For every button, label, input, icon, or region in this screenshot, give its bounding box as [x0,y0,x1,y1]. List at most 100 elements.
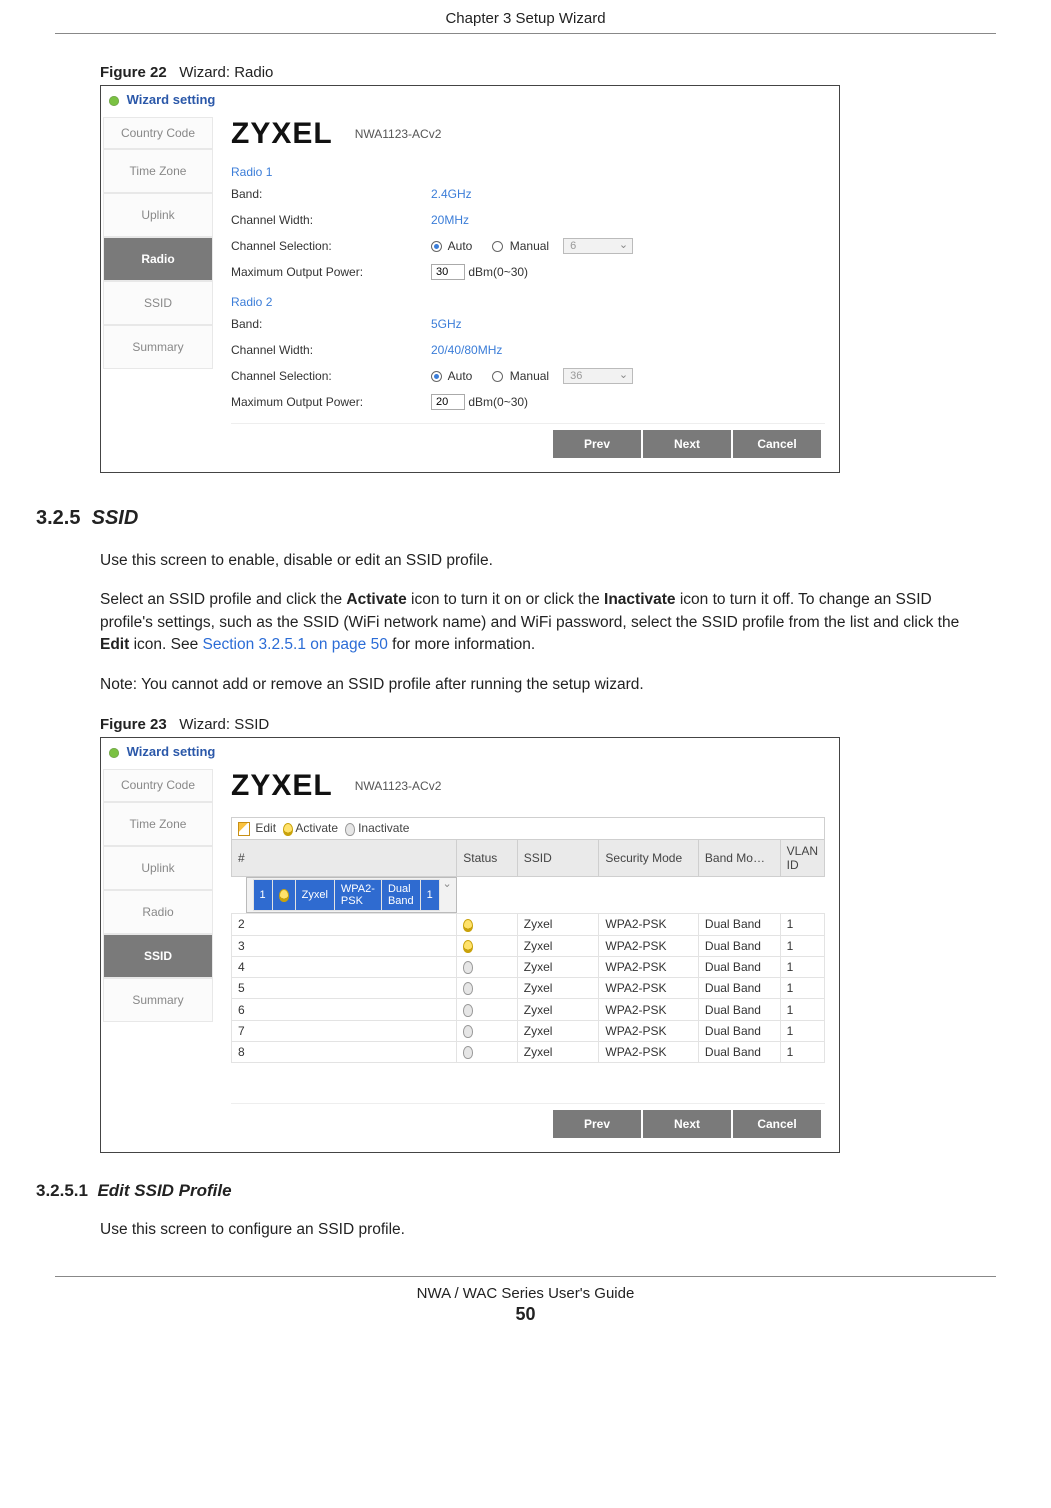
cancel-button[interactable]: Cancel [733,430,821,458]
cell-status [457,1042,517,1063]
cell-ssid: Zyxel [517,1020,599,1041]
wizard-main: ZYXEL NWA1123-ACv2 Radio 1 Band:2.4GHz C… [213,111,837,470]
cell-ssid: Zyxel [517,914,599,935]
step-summary[interactable]: Summary [103,978,213,1022]
cell-ssid: Zyxel [517,1042,599,1063]
col-band[interactable]: Band Mo… [698,840,780,877]
next-button[interactable]: Next [643,1110,731,1138]
r1-cs-lbl: Channel Selection: [231,239,431,253]
cell-status [272,880,295,911]
step-radio[interactable]: Radio [103,237,213,281]
p2-text: icon. See [129,636,202,653]
p2-text: for more information. [388,636,535,653]
r2-auto-radio[interactable]: Auto [431,369,472,383]
r2-manual-radio[interactable]: Manual [492,369,549,383]
cell-band: Dual Band [698,935,780,956]
cell-sec: WPA2-PSK [599,1020,699,1041]
bulb-off-icon [345,823,355,836]
col-ssid[interactable]: SSID [517,840,599,877]
cell-vlan: 1 [780,1020,824,1041]
cell-sec: WPA2-PSK [599,914,699,935]
next-button[interactable]: Next [643,430,731,458]
table-row[interactable]: 5ZyxelWPA2-PSKDual Band1 [232,978,825,999]
r1-auto-radio[interactable]: Auto [431,239,472,253]
r1-auto-label: Auto [448,239,473,253]
r2-channel-select[interactable]: 36 [563,368,633,384]
radio-icon [492,371,503,382]
r2-band-val: 5GHz [431,317,462,331]
r2-band-lbl: Band: [231,317,431,331]
cell-ssid: Zyxel [517,956,599,977]
wizard-title: Wizard setting [103,740,837,763]
col-status[interactable]: Status [457,840,517,877]
prev-button[interactable]: Prev [553,430,641,458]
wizard-title-text: Wizard setting [127,92,216,107]
section-325-title: SSID [92,507,139,529]
model-label: NWA1123-ACv2 [355,127,442,141]
bulb-off-icon [463,1004,473,1017]
brand-logo: ZYXEL [231,769,333,803]
footer-page: 50 [55,1304,996,1325]
prev-button[interactable]: Prev [553,1110,641,1138]
step-country[interactable]: Country Code [103,769,213,801]
bulb-on-icon [283,823,293,836]
activate-bold: Activate [346,591,406,608]
sec325-note: Note: You cannot add or remove an SSID p… [100,674,991,696]
page-footer: NWA / WAC Series User's Guide 50 [55,1276,996,1325]
cell-status [457,978,517,999]
cell-num: 7 [232,1020,457,1041]
cell-num: 3 [232,935,457,956]
bulb-on-icon [463,940,473,953]
col-sec[interactable]: Security Mode [599,840,699,877]
r1-band-lbl: Band: [231,187,431,201]
cell-status [457,1020,517,1041]
step-radio[interactable]: Radio [103,890,213,934]
section-325-num: 3.2.5 [36,507,80,529]
r1-manual-radio[interactable]: Manual [492,239,549,253]
table-row[interactable]: 4ZyxelWPA2-PSKDual Band1 [232,956,825,977]
cell-vlan: 1 [420,880,439,911]
radio-icon [431,371,442,382]
step-ssid[interactable]: SSID [103,934,213,978]
cell-band: Dual Band [698,978,780,999]
col-num[interactable]: # [232,840,457,877]
col-vlan[interactable]: VLAN ID [780,840,824,877]
step-summary[interactable]: Summary [103,325,213,369]
table-row[interactable]: 2ZyxelWPA2-PSKDual Band1 [232,914,825,935]
section-3251-heading: 3.2.5.1 Edit SSID Profile [36,1181,991,1201]
inactivate-tool[interactable]: Inactivate [345,821,410,835]
r2-auto-label: Auto [448,369,473,383]
figure22-caption: Figure 22 Wizard: Radio [100,64,991,81]
r1-channel-select[interactable]: 6 [563,238,633,254]
step-ssid[interactable]: SSID [103,281,213,325]
ssid-table: # Status SSID Security Mode Band Mo… VLA… [231,839,825,1063]
r2-power-input[interactable] [431,394,465,410]
cell-vlan: 1 [780,978,824,999]
section-3251-title: Edit SSID Profile [97,1181,231,1200]
cell-num: 6 [232,999,457,1020]
cell-band: Dual Band [698,1042,780,1063]
cell-band: Dual Band [698,914,780,935]
edit-tool[interactable]: Edit [238,821,276,835]
step-timezone[interactable]: Time Zone [103,802,213,846]
inactivate-bold: Inactivate [604,591,676,608]
table-row[interactable]: 7ZyxelWPA2-PSKDual Band1 [232,1020,825,1041]
cell-sec: WPA2-PSK [334,880,381,911]
table-row[interactable]: 1ZyxelWPA2-PSKDual Band1 [246,877,457,913]
bulb-off-icon [463,982,473,995]
step-country[interactable]: Country Code [103,117,213,149]
step-timezone[interactable]: Time Zone [103,149,213,193]
r2-pwr-unit: dBm(0~30) [468,395,528,409]
r1-band-val: 2.4GHz [431,187,472,201]
table-row[interactable]: 6ZyxelWPA2-PSKDual Band1 [232,999,825,1020]
bulb-on-icon [279,889,289,902]
step-uplink[interactable]: Uplink [103,846,213,890]
cell-vlan: 1 [780,1042,824,1063]
step-uplink[interactable]: Uplink [103,193,213,237]
section-link[interactable]: Section 3.2.5.1 on page 50 [203,636,388,653]
r1-power-input[interactable] [431,264,465,280]
table-row[interactable]: 3ZyxelWPA2-PSKDual Band1 [232,935,825,956]
cancel-button[interactable]: Cancel [733,1110,821,1138]
table-row[interactable]: 8ZyxelWPA2-PSKDual Band1 [232,1042,825,1063]
activate-tool[interactable]: Activate [283,821,338,835]
